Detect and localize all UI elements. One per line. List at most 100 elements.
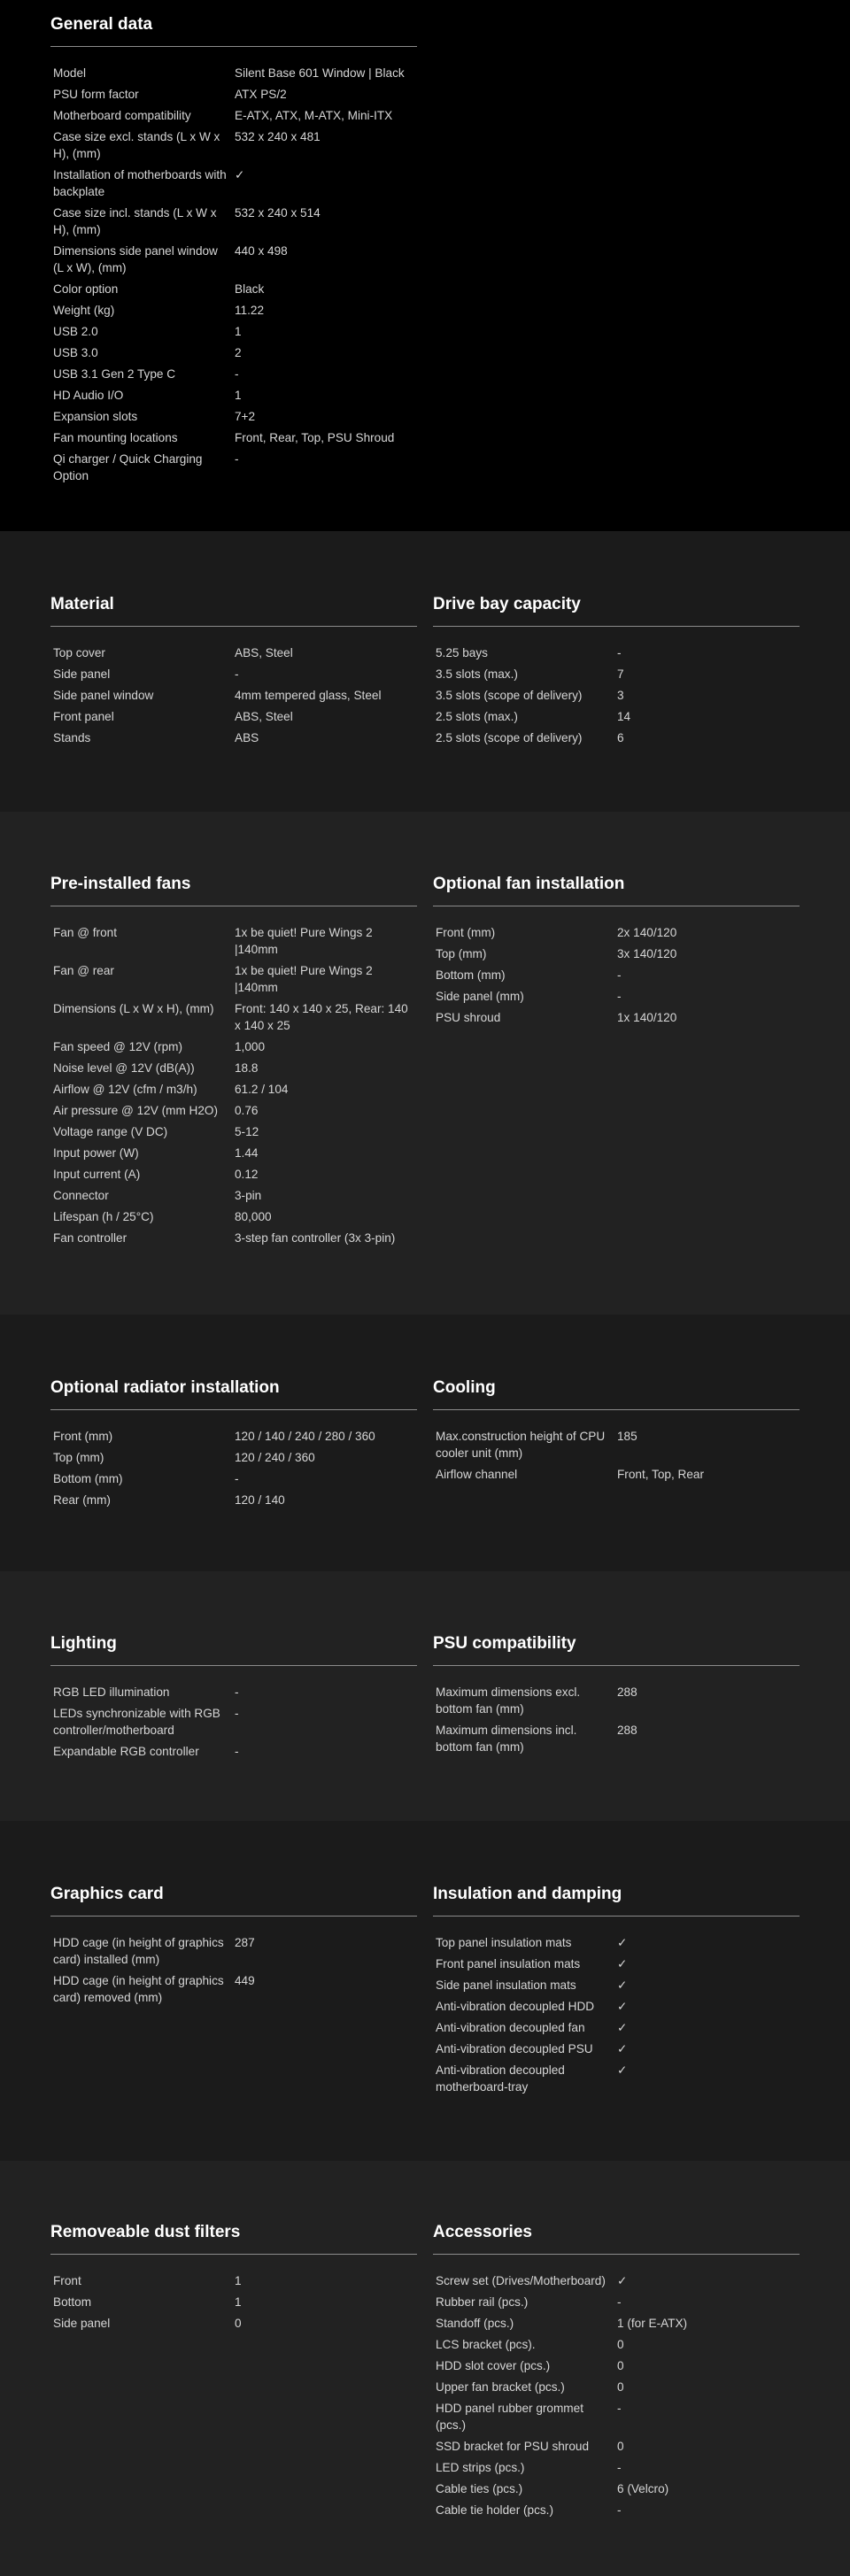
spec-value: 6 [617, 731, 624, 744]
spec-label: Cable ties (pcs.) [436, 2482, 523, 2495]
spec-value: Front, Top, Rear [617, 1468, 704, 1481]
spec-label: Side panel insulation mats [436, 1978, 576, 1992]
spec-row: Front (mm) 2x 140/120 [433, 922, 800, 944]
spec-value: ✓ [617, 1957, 628, 1971]
spec-value: 288 [617, 1724, 638, 1737]
spec-label: Fan mounting locations [53, 431, 178, 444]
spec-row: Fan mounting locations Front, Rear, Top, … [50, 428, 417, 449]
spec-label: Top cover [53, 646, 105, 659]
spec-value: ABS [235, 731, 259, 744]
spec-row: Anti-vibration decoupled fan ✓ [433, 2017, 800, 2039]
spec-label: Anti-vibration decoupled PSU [436, 2042, 593, 2055]
section-title: Cooling [433, 1378, 800, 1410]
spec-row: Front panel ABS, Steel [50, 706, 417, 728]
spec-row: Side panel insulation mats ✓ [433, 1975, 800, 1996]
section-drive-bay-capacity: Drive bay capacity 5.25 bays - 3.5 slots (… [433, 595, 800, 749]
section-title: Optional radiator installation [50, 1378, 417, 1410]
spec-row: Voltage range (V DC) 5-12 [50, 1122, 417, 1143]
spec-value: 288 [617, 1685, 638, 1699]
spec-label: Airflow channel [436, 1468, 518, 1481]
spec-row: Anti-vibration decoupled HDD ✓ [433, 1996, 800, 2017]
spec-row: HDD panel rubber grommet (pcs.) - [433, 2398, 800, 2436]
spec-label: LEDs synchronizable with RGB controller/… [53, 1707, 220, 1737]
spec-label: Cable tie holder (pcs.) [436, 2503, 553, 2517]
band-general: General data Model Silent Base 601 Window… [0, 0, 850, 531]
spec-row: Fan @ front 1x be quiet! Pure Wings 2 |14… [50, 922, 417, 960]
spec-row: USB 3.1 Gen 2 Type C - [50, 364, 417, 385]
spec-value: 1 [235, 325, 242, 338]
spec-value: 440 x 498 [235, 244, 288, 258]
spec-value: 1.44 [235, 1146, 259, 1160]
spec-label: Connector [53, 1189, 109, 1202]
spec-row: 3.5 slots (max.) 7 [433, 664, 800, 685]
spec-row: Installation of motherboards with backpl… [50, 165, 417, 203]
spec-value: ✓ [617, 2063, 628, 2077]
spec-label: Front (mm) [436, 926, 496, 939]
spec-value: 1 (for E-ATX) [617, 2317, 688, 2330]
spec-value: 0 [617, 2440, 624, 2453]
spec-label: Case size incl. stands (L x W x H), (mm) [53, 206, 217, 236]
spec-value: ✓ [617, 1978, 628, 1992]
spec-label: Lifespan (h / 25°C) [53, 1210, 154, 1223]
spec-label: SSD bracket for PSU shroud [436, 2440, 590, 2453]
spec-value: 0 [617, 2338, 624, 2351]
section-optional-radiator-installation: Optional radiator installation Front (mm… [50, 1378, 417, 1511]
spec-label: RGB LED illumination [53, 1685, 170, 1699]
section-material: Material Top cover ABS, Steel Side panel - S… [50, 595, 417, 749]
spec-row: Front panel insulation mats ✓ [433, 1954, 800, 1975]
spec-label: Airflow @ 12V (cfm / m3/h) [53, 1083, 197, 1096]
spec-value: 0.12 [235, 1168, 259, 1181]
spec-value: 61.2 / 104 [235, 1083, 289, 1096]
spec-row: Side panel 0 [50, 2313, 417, 2334]
spec-value: ✓ [617, 2042, 628, 2055]
spec-value: 120 / 140 [235, 1493, 285, 1507]
spec-table: Maximum dimensions excl. bottom fan (mm)… [433, 1682, 800, 1758]
band-material-drive: Material Top cover ABS, Steel Side panel - S… [0, 531, 850, 812]
spec-row: Weight (kg) 11.22 [50, 300, 417, 321]
spec-row: Dimensions (L x W x H), (mm) Front: 140 x… [50, 999, 417, 1037]
spec-row: 5.25 bays - [433, 643, 800, 664]
spec-row: Screw set (Drives/Motherboard) ✓ [433, 2271, 800, 2292]
spec-value: 5-12 [235, 1125, 259, 1138]
section-title: Optional fan installation [433, 875, 800, 906]
spec-label: Standoff (pcs.) [436, 2317, 514, 2330]
spec-row: Stands ABS [50, 728, 417, 749]
spec-row: Standoff (pcs.) 1 (for E-ATX) [433, 2313, 800, 2334]
spec-row: Fan speed @ 12V (rpm) 1,000 [50, 1037, 417, 1058]
spec-label: Input power (W) [53, 1146, 139, 1160]
spec-label: USB 2.0 [53, 325, 98, 338]
spec-label: Dimensions (L x W x H), (mm) [53, 1002, 214, 1015]
spec-row: Motherboard compatibility E-ATX, ATX, M-A… [50, 105, 417, 127]
spec-value: 1x 140/120 [617, 1011, 677, 1024]
spec-row: Side panel window 4mm tempered glass, Ste… [50, 685, 417, 706]
spec-value: Front: 140 x 140 x 25, Rear: 140 x 140 x… [235, 1002, 408, 1032]
spec-label: Maximum dimensions excl. bottom fan (mm) [436, 1685, 581, 1716]
section-pre-installed-fans: Pre-installed fans Fan @ front 1x be quie… [50, 875, 417, 1249]
spec-value: 80,000 [235, 1210, 272, 1223]
spec-value: 6 (Velcro) [617, 2482, 669, 2495]
spec-label: 5.25 bays [436, 646, 488, 659]
spec-value: ✓ [617, 2021, 628, 2034]
spec-row: Anti-vibration decoupled motherboard-tra… [433, 2060, 800, 2098]
spec-value: ✓ [617, 2274, 628, 2287]
spec-value: - [617, 2295, 622, 2309]
spec-row: Cable ties (pcs.) 6 (Velcro) [433, 2479, 800, 2500]
spec-row: Air pressure @ 12V (mm H2O) 0.76 [50, 1100, 417, 1122]
spec-row: Input current (A) 0.12 [50, 1164, 417, 1185]
spec-label: USB 3.0 [53, 346, 98, 359]
spec-page: General data Model Silent Base 601 Window… [0, 0, 850, 2576]
spec-label: Voltage range (V DC) [53, 1125, 168, 1138]
spec-value: - [617, 2461, 622, 2474]
spec-value: 0 [617, 2380, 624, 2394]
spec-label: Top panel insulation mats [436, 1936, 572, 1949]
spec-row: Case size excl. stands (L x W x H), (mm)… [50, 127, 417, 165]
spec-label: Bottom [53, 2295, 92, 2309]
spec-label: Front (mm) [53, 1430, 113, 1443]
section-title: Accessories [433, 2223, 800, 2255]
spec-value: Front, Rear, Top, PSU Shroud [235, 431, 395, 444]
spec-label: Air pressure @ 12V (mm H2O) [53, 1104, 219, 1117]
spec-label: Color option [53, 282, 119, 296]
spec-label: Upper fan bracket (pcs.) [436, 2380, 565, 2394]
spec-row: Top (mm) 120 / 240 / 360 [50, 1447, 417, 1469]
spec-value: 4mm tempered glass, Steel [235, 689, 382, 702]
